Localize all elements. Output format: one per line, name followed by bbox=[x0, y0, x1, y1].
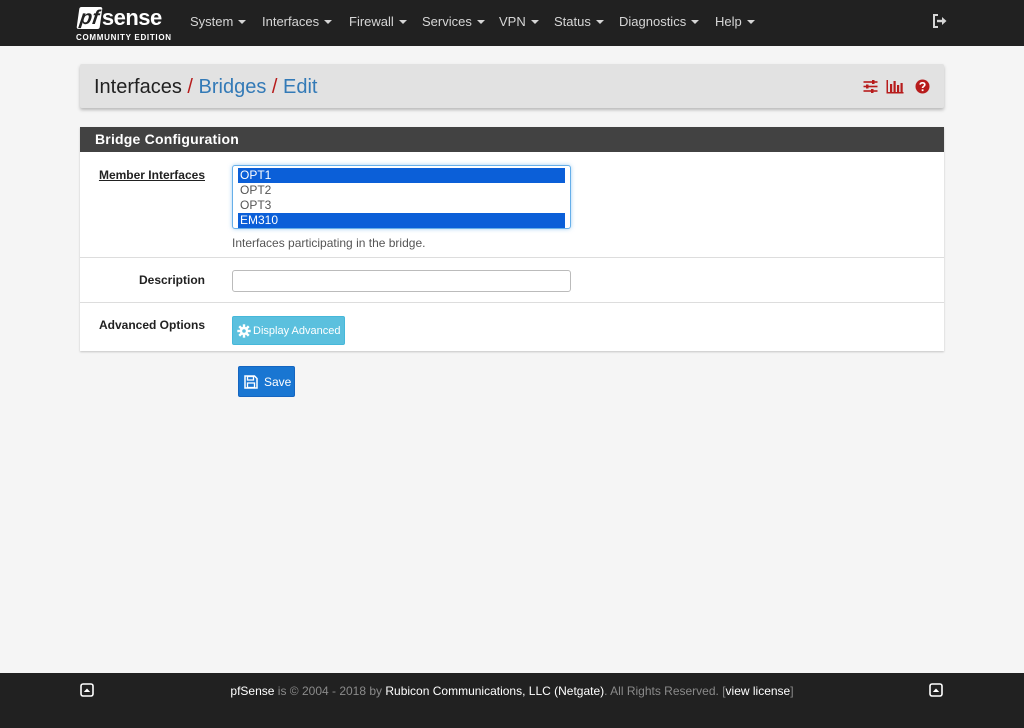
display-advanced-label: Display Advanced bbox=[253, 324, 341, 337]
breadcrumb: Interfaces / Bridges / Edit bbox=[94, 76, 317, 98]
floppy-disk-icon bbox=[244, 374, 258, 389]
member-interfaces-select[interactable]: OPT1 OPT2 OPT3 EM310 bbox=[232, 165, 571, 229]
nav-firewall-label: Firewall bbox=[349, 14, 394, 29]
row-divider bbox=[80, 302, 944, 303]
footer-text-1: is © 2004 - 2018 by bbox=[274, 684, 386, 698]
brand-wordmark: pf sense bbox=[76, 5, 162, 31]
footer-product: pfSense bbox=[230, 684, 275, 698]
nav-system-label: System bbox=[190, 14, 234, 29]
advanced-options-label: Advanced Options bbox=[98, 318, 205, 332]
save-label: Save bbox=[264, 374, 292, 389]
save-button[interactable]: Save bbox=[238, 366, 295, 397]
nav-vpn-label: VPN bbox=[499, 14, 526, 29]
view-license-link[interactable]: view license bbox=[726, 684, 791, 698]
member-interfaces-help: Interfaces participating in the bridge. bbox=[232, 236, 426, 250]
footer: pfSense is © 2004 - 2018 by Rubicon Comm… bbox=[0, 673, 1024, 728]
description-label: Description bbox=[138, 273, 205, 287]
option-opt2[interactable]: OPT2 bbox=[238, 183, 565, 198]
logout-icon[interactable] bbox=[932, 13, 948, 29]
nav-status-label: Status bbox=[554, 14, 591, 29]
gear-icon bbox=[237, 323, 251, 338]
member-interfaces-label: Member Interfaces bbox=[98, 168, 205, 182]
bridge-config-panel: Bridge Configuration Member Interfaces O… bbox=[80, 127, 944, 351]
nav-interfaces-menu[interactable]: Interfaces bbox=[262, 14, 333, 29]
nav-diagnostics-menu[interactable]: Diagnostics bbox=[619, 14, 700, 29]
option-opt1[interactable]: OPT1 bbox=[238, 168, 565, 183]
panel-heading: Bridge Configuration bbox=[80, 127, 944, 152]
nav-services-label: Services bbox=[422, 14, 472, 29]
brand-prefix: pf bbox=[76, 7, 103, 29]
caret-down-icon bbox=[398, 20, 407, 24]
nav-help-label: Help bbox=[715, 14, 742, 29]
display-advanced-button[interactable]: Display Advanced bbox=[232, 316, 345, 345]
breadcrumb-bridges-link[interactable]: Bridges bbox=[199, 76, 267, 98]
nav-interfaces-label: Interfaces bbox=[262, 14, 320, 29]
breadcrumb-separator: / bbox=[187, 76, 193, 98]
pfsense-logo[interactable]: pf sense COMMUNITY EDITION bbox=[76, 5, 176, 43]
nav-vpn-menu[interactable]: VPN bbox=[499, 14, 539, 29]
caret-down-icon bbox=[238, 20, 247, 24]
nav-status-menu[interactable]: Status bbox=[554, 14, 604, 29]
help-icon[interactable] bbox=[915, 79, 930, 94]
scroll-top-icon[interactable] bbox=[929, 683, 943, 697]
panel-title: Bridge Configuration bbox=[95, 131, 239, 147]
caret-down-icon bbox=[476, 20, 485, 24]
caret-down-icon bbox=[691, 20, 700, 24]
description-input[interactable] bbox=[232, 270, 571, 292]
caret-down-icon bbox=[530, 20, 539, 24]
caret-down-icon bbox=[746, 20, 755, 24]
nav-diagnostics-label: Diagnostics bbox=[619, 14, 687, 29]
nav-firewall-menu[interactable]: Firewall bbox=[349, 14, 407, 29]
footer-copyright: pfSense is © 2004 - 2018 by Rubicon Comm… bbox=[0, 684, 1024, 698]
top-navbar: pf sense COMMUNITY EDITION System Interfa… bbox=[0, 0, 1024, 46]
bar-chart-icon[interactable] bbox=[886, 79, 904, 94]
footer-text-2: . All Rights Reserved. [ bbox=[604, 684, 726, 698]
nav-services-menu[interactable]: Services bbox=[422, 14, 485, 29]
row-divider bbox=[80, 257, 944, 258]
nav-help-menu[interactable]: Help bbox=[715, 14, 755, 29]
breadcrumb-separator: / bbox=[271, 76, 278, 98]
breadcrumb-bar: Interfaces / Bridges / Edit bbox=[80, 64, 944, 108]
breadcrumb-interfaces: Interfaces bbox=[94, 76, 182, 98]
caret-down-icon bbox=[595, 20, 604, 24]
sliders-icon[interactable] bbox=[863, 79, 878, 94]
caret-down-icon bbox=[324, 20, 333, 24]
option-em310[interactable]: EM310 bbox=[238, 213, 565, 228]
brand-name: sense bbox=[101, 5, 162, 30]
option-opt3[interactable]: OPT3 bbox=[238, 198, 565, 213]
brand-edition: COMMUNITY EDITION bbox=[76, 33, 172, 42]
footer-company-link[interactable]: Rubicon Communications, LLC (Netgate) bbox=[385, 684, 604, 698]
nav-system-menu[interactable]: System bbox=[190, 14, 247, 29]
footer-text-3: ] bbox=[790, 684, 794, 698]
breadcrumb-edit-link[interactable]: Edit bbox=[283, 76, 317, 98]
